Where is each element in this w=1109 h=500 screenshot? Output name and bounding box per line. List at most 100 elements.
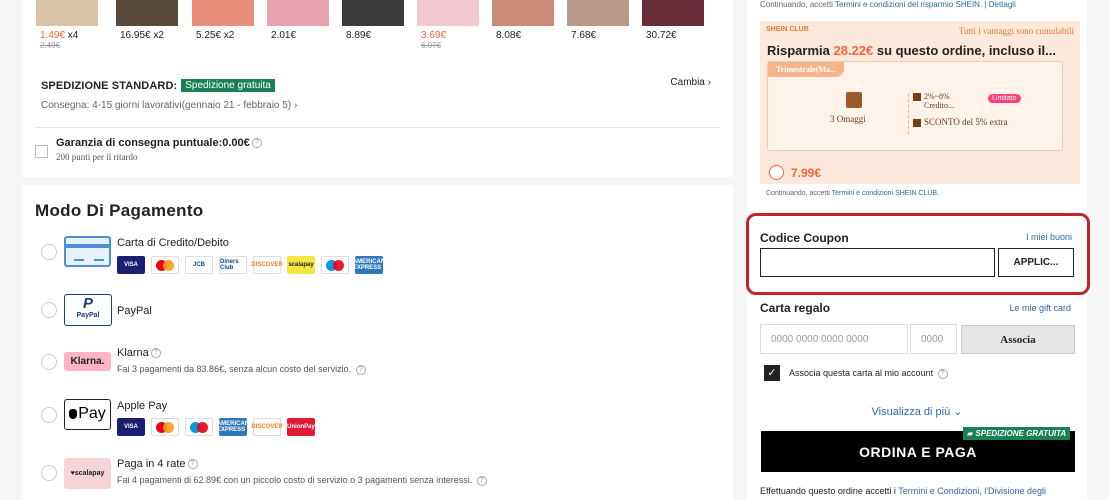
club-radio[interactable]: [769, 165, 784, 180]
my-gift-cards-link[interactable]: Le mie gift card: [1009, 303, 1071, 313]
shipping-section: SPEDIZIONE STANDARD: Spedizione gratuita…: [22, 59, 733, 177]
club-head-amount: 28.22€: [833, 43, 874, 58]
product-thumbnail[interactable]: [642, 0, 704, 26]
coupon-input[interactable]: [760, 248, 995, 277]
radio-applepay[interactable]: [41, 407, 57, 423]
savings-terms-link[interactable]: Termini e condizioni del risparmio SHEIN…: [835, 0, 982, 9]
product-qty: x2: [150, 30, 164, 41]
product-thumbnail[interactable]: [116, 0, 178, 26]
scalapay-sub-text: Fai 4 pagamenti di 62.89€ con un piccolo…: [117, 475, 473, 485]
product-item[interactable]: 7.68€: [567, 0, 629, 41]
product-thumbnail[interactable]: [36, 0, 98, 26]
scalapay-name: Paga in 4 rate: [117, 458, 186, 470]
scalapay-icon: scalapay: [287, 256, 315, 274]
credit-card-icon: [64, 236, 111, 267]
guarantee-option[interactable]: Garanzia di consegna puntuale:0.00€? 200…: [35, 137, 262, 162]
product-item[interactable]: 8.08€: [492, 0, 554, 41]
savings-terms-note: Continuando, accetti Termini e condizion…: [760, 0, 1016, 9]
product-price: 7.68€: [571, 30, 597, 41]
associate-checkbox[interactable]: ✓: [764, 365, 780, 381]
help-icon[interactable]: ?: [150, 348, 161, 359]
radio-card[interactable]: [41, 244, 57, 260]
guarantee-checkbox[interactable]: [35, 145, 48, 158]
apple-icon: [69, 408, 78, 419]
guarantee-title: Garanzia di consegna puntuale:0.00€?: [56, 137, 262, 149]
guarantee-title-text: Garanzia di consegna puntuale:0.00€: [56, 137, 250, 149]
product-thumbnail[interactable]: [492, 0, 554, 26]
paypal-logo-text: PayPal: [76, 312, 100, 319]
product-thumbnail[interactable]: [192, 0, 254, 26]
product-qty: x4: [65, 30, 79, 41]
club-head-pre: Risparmia: [767, 43, 834, 58]
unionpay-icon: UnionPay: [287, 418, 315, 436]
radio-klarna[interactable]: [41, 354, 57, 370]
limited-badge: Limitato: [988, 94, 1021, 103]
help-icon[interactable]: ?: [251, 138, 262, 149]
change-shipping-link[interactable]: Cambia ›: [670, 77, 711, 88]
discover-icon: DISCOVER: [251, 418, 283, 436]
change-label: Cambia: [670, 77, 705, 88]
product-price: 8.08€: [496, 30, 522, 41]
payment-section: Modo Di Pagamento Carta di Credito/Debit…: [22, 185, 733, 500]
divider: [35, 127, 720, 128]
ribbon-text: SPEDIZIONE GRATUITA: [975, 429, 1067, 438]
product-thumbnail[interactable]: [342, 0, 404, 26]
product-item[interactable]: 3.69€ 6.07€: [417, 0, 479, 50]
left-column: 1.49€ x4 2.49€ 16.95€ x2 5.25€ x2 2.01€ 8.89€…: [22, 0, 733, 500]
help-icon[interactable]: ?: [355, 364, 366, 375]
chevron-down-icon: ⌄: [953, 406, 963, 418]
checkout-page: 1.49€ x4 2.49€ 16.95€ x2 5.25€ x2 2.01€ 8.89€…: [0, 0, 1109, 500]
associate-label: Associa questa carta al mio account ?: [789, 368, 948, 379]
gifts-label: 3 Omaggi: [830, 114, 866, 124]
product-thumbnail[interactable]: [267, 0, 329, 26]
scalapay-sub: Fai 4 pagamenti di 62.89€ con un piccolo…: [117, 475, 487, 486]
help-icon[interactable]: ?: [187, 459, 198, 470]
show-more-text: Visualizza di più: [871, 406, 951, 418]
payment-title: Modo Di Pagamento: [35, 201, 204, 220]
show-more-link[interactable]: Visualizza di più ⌄: [747, 405, 1087, 418]
radio-scalapay[interactable]: [41, 465, 57, 481]
radio-paypal[interactable]: [41, 302, 57, 318]
credit-icon: [913, 93, 921, 102]
guarantee-subtitle: 200 punti per il ritardo: [56, 152, 138, 162]
american-express-icon: AMERICAN EXPRESS: [217, 418, 249, 436]
club-note: Tutti i vantaggi sono cumulabili: [958, 26, 1074, 36]
perk-credit-pct: 2%~8%: [924, 92, 950, 101]
card-label: Carta di Credito/Debito: [117, 237, 229, 249]
gift-card-number-input[interactable]: 0000 0000 0000 0000: [760, 324, 908, 354]
klarna-name: Klarna: [117, 347, 149, 359]
product-price: 5.25€ x2: [196, 30, 235, 41]
perk-discount-text: SCONTO del 5% extra: [924, 117, 1008, 127]
scalapay-icon: ♥scalapay: [64, 458, 111, 489]
gift-icon: [846, 92, 862, 108]
help-icon[interactable]: ?: [476, 475, 487, 486]
product-thumbnail[interactable]: [567, 0, 629, 26]
gift-card-title: Carta regalo: [760, 301, 831, 315]
product-item[interactable]: 5.25€ x2: [192, 0, 254, 41]
mc-icon: [151, 418, 179, 436]
product-item[interactable]: 30.72€: [642, 0, 704, 41]
shein-club-card[interactable]: SHEIN CLUB Tutti i vantaggi sono cumulab…: [760, 21, 1080, 184]
order-terms: Effettuando questo ordine accetti i Term…: [760, 486, 1046, 496]
my-coupons-link[interactable]: I miei buoni: [1026, 232, 1072, 242]
plan-badge: Trimestrale(Ma...: [768, 62, 845, 77]
product-item[interactable]: 1.49€ x4 2.49€: [36, 0, 98, 50]
product-thumbnail[interactable]: [417, 0, 479, 26]
mc-icon: [151, 256, 179, 274]
applepay-icon: Pay: [64, 399, 111, 430]
product-price: 2.01€: [271, 30, 297, 41]
applepay-label: Apple Pay: [117, 400, 168, 412]
club-price: 7.99€: [791, 166, 822, 180]
apply-coupon-button[interactable]: APPLIC...: [998, 248, 1074, 277]
terms-link[interactable]: Termini e Condizioni, l'Divisione degli: [898, 486, 1046, 496]
club-headline: Risparmia 28.22€ su questo ordine, inclu…: [767, 43, 1056, 58]
details-link[interactable]: Dettagli: [989, 0, 1016, 9]
gift-card-pin-input[interactable]: 0000: [910, 324, 957, 354]
product-item[interactable]: 16.95€ x2: [116, 0, 178, 41]
club-terms-link[interactable]: Termini e condizioni SHEIN CLUB.: [832, 190, 939, 197]
associate-button[interactable]: Associa: [961, 325, 1075, 354]
visa-icon: VISA: [117, 256, 145, 274]
help-icon[interactable]: ?: [937, 368, 948, 379]
product-item[interactable]: 8.89€: [342, 0, 404, 41]
product-item[interactable]: 2.01€: [267, 0, 329, 41]
